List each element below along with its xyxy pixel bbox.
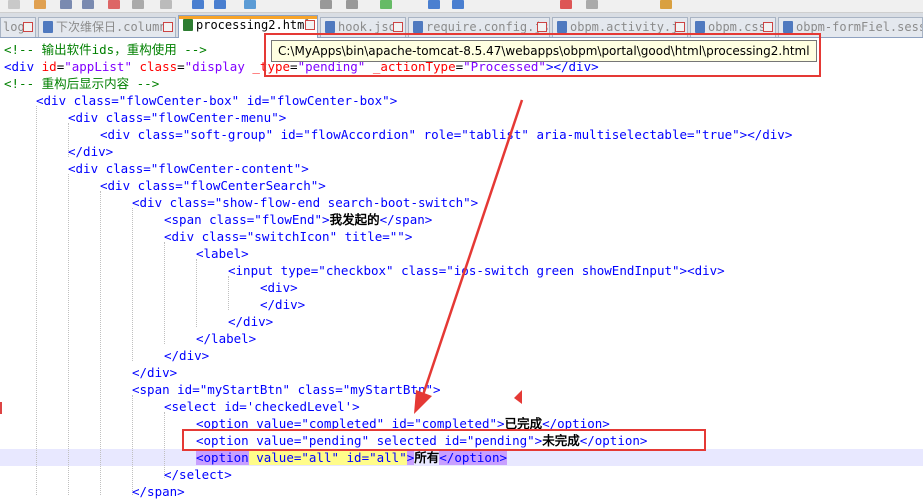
annotation-arrow [414,99,524,414]
